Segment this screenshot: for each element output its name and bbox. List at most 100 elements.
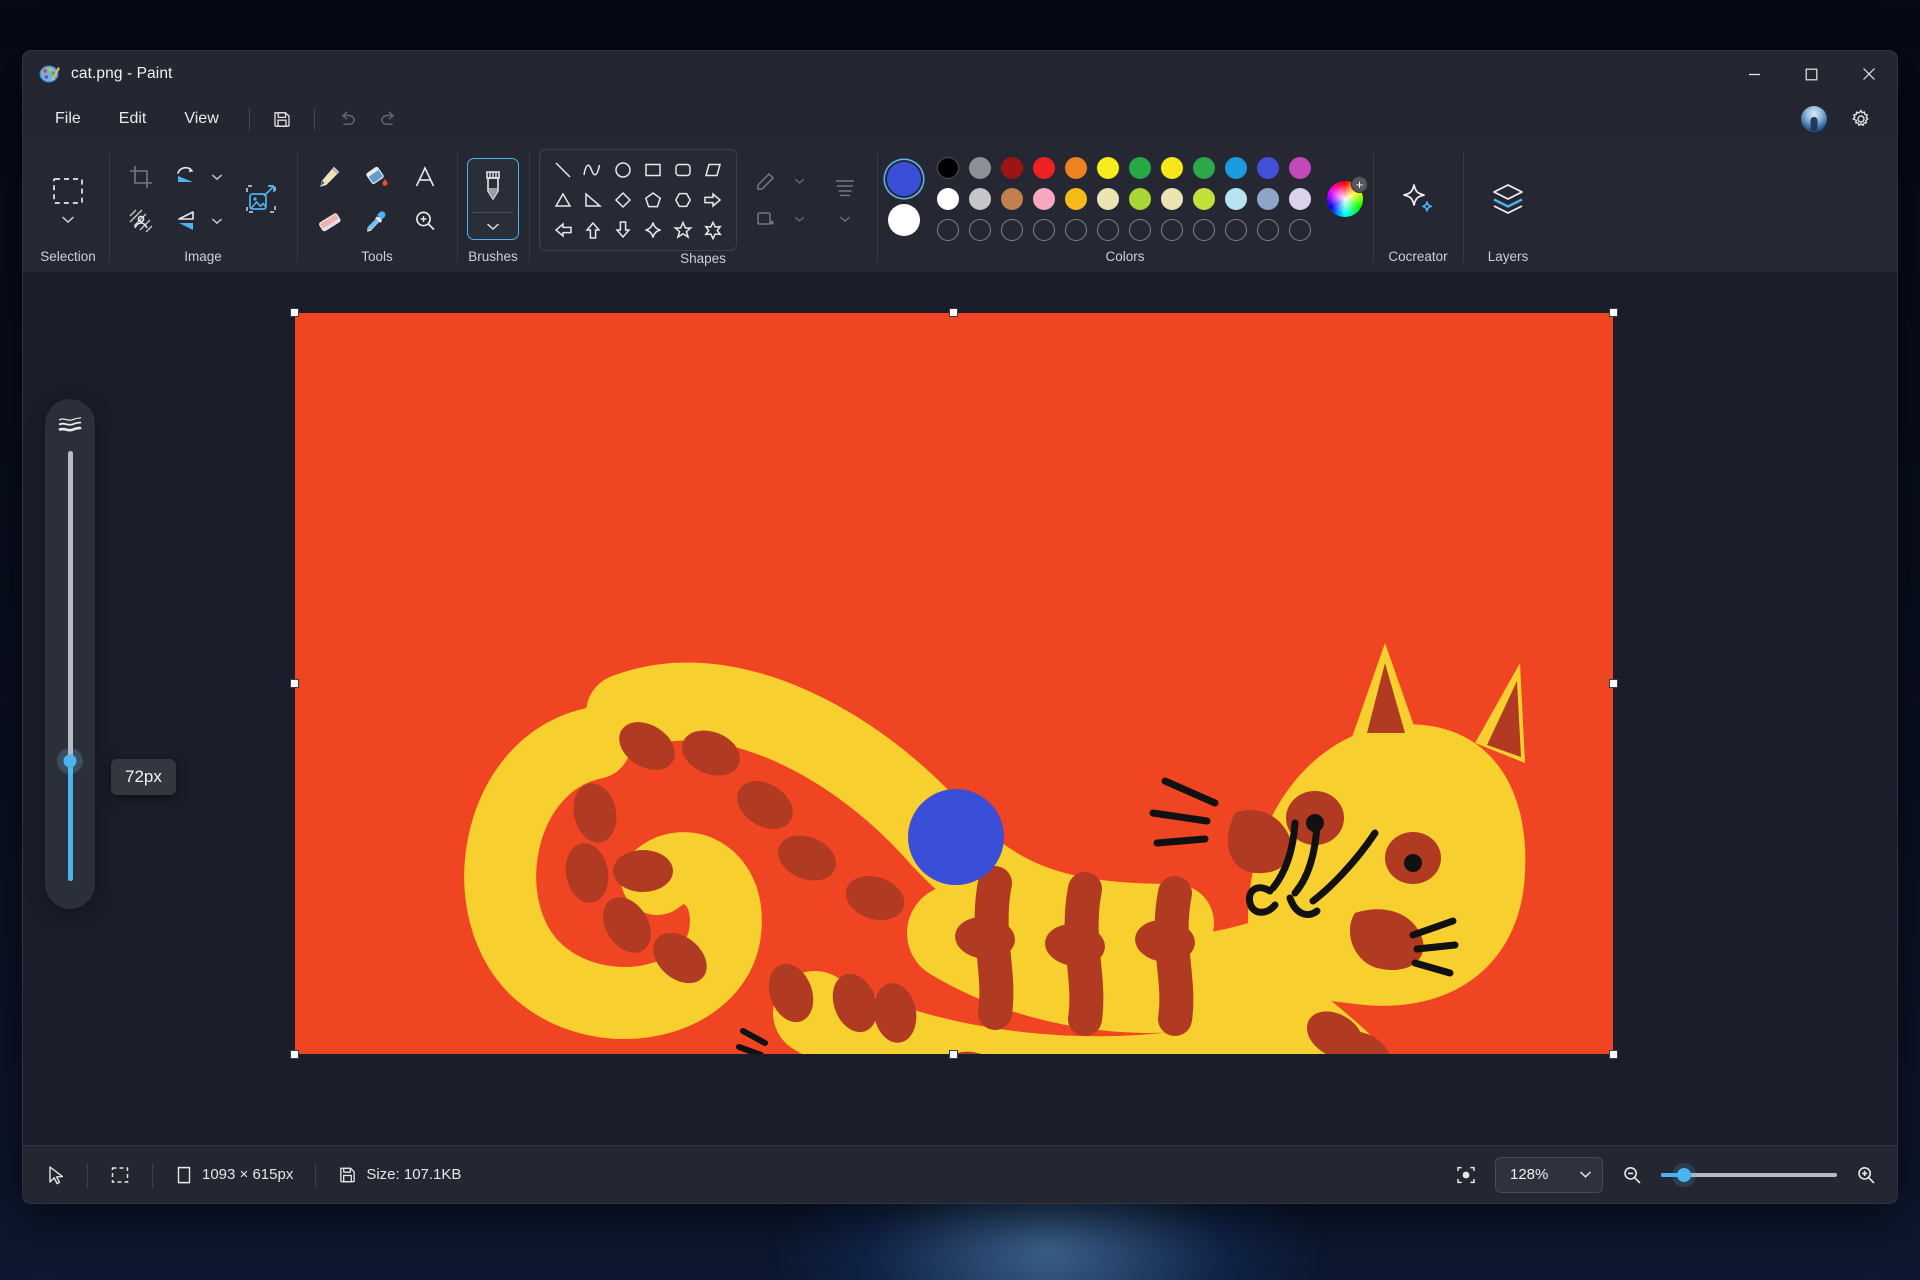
magnifier-icon[interactable] [403, 201, 447, 241]
resize-handle-bottom-left[interactable] [290, 1050, 299, 1059]
fill-chevron-icon[interactable] [794, 215, 805, 223]
flip-chevron-icon[interactable] [211, 217, 223, 225]
resize-image-icon[interactable] [235, 173, 287, 225]
color-swatch-empty-8[interactable] [1161, 219, 1183, 241]
left-arrow-shape[interactable] [548, 215, 578, 245]
color-swatch-r2-c7[interactable] [1129, 188, 1151, 210]
shape-thickness-icon[interactable] [823, 170, 867, 204]
chevron-down-icon[interactable] [1579, 1170, 1592, 1179]
undo-button[interactable] [327, 102, 367, 136]
marker-brush-icon[interactable] [467, 158, 519, 240]
maximize-button[interactable] [1783, 51, 1840, 97]
pencil-icon[interactable] [307, 157, 351, 197]
color-swatch-r2-c8[interactable] [1161, 188, 1183, 210]
four-point-star-shape[interactable] [638, 215, 668, 245]
right-arrow-shape[interactable] [698, 185, 728, 215]
zoom-out-icon[interactable] [1617, 1160, 1647, 1190]
text-a-icon[interactable] [403, 157, 447, 197]
zoom-in-icon[interactable] [1851, 1160, 1881, 1190]
zoom-level-select[interactable]: 128% [1495, 1156, 1603, 1193]
sparkle-icon[interactable] [1383, 173, 1453, 225]
thickness-chevron-icon[interactable] [823, 208, 867, 230]
color-swatch-r1-c3[interactable] [1001, 157, 1023, 179]
color-swatch-r2-c1[interactable] [937, 188, 959, 210]
rectangular-selection-icon[interactable] [37, 169, 99, 230]
color-swatch-r2-c6[interactable] [1097, 188, 1119, 210]
color-swatch-r1-c9[interactable] [1193, 157, 1215, 179]
remove-background-icon[interactable] [119, 201, 163, 241]
six-point-star-shape[interactable] [698, 215, 728, 245]
secondary-color-swatch[interactable] [888, 204, 920, 236]
pentagon-shape[interactable] [638, 185, 668, 215]
eyedropper-icon[interactable] [355, 201, 399, 241]
selection-chevron-icon[interactable] [61, 215, 75, 224]
avatar-icon[interactable] [1801, 106, 1827, 132]
diamond-shape[interactable] [608, 185, 638, 215]
color-swatch-r1-c2[interactable] [969, 157, 991, 179]
resize-handle-top-center[interactable] [949, 308, 958, 317]
color-swatch-r1-c8[interactable] [1161, 157, 1183, 179]
color-swatch-empty-6[interactable] [1097, 219, 1119, 241]
save-button[interactable] [262, 102, 302, 136]
resize-handle-top-left[interactable] [290, 308, 299, 317]
resize-handle-bottom-center[interactable] [949, 1050, 958, 1059]
color-swatch-r1-c1[interactable] [937, 157, 959, 179]
color-swatch-empty-7[interactable] [1129, 219, 1151, 241]
color-swatch-r2-c2[interactable] [969, 188, 991, 210]
color-swatch-r1-c4[interactable] [1033, 157, 1055, 179]
shape-fill-icon[interactable] [749, 202, 811, 236]
color-swatch-r2-c3[interactable] [1001, 188, 1023, 210]
down-arrow-shape[interactable] [608, 215, 638, 245]
color-swatch-r2-c12[interactable] [1289, 188, 1311, 210]
color-swatch-r2-c4[interactable] [1033, 188, 1055, 210]
outline-chevron-icon[interactable] [794, 177, 805, 185]
eraser-icon[interactable] [307, 201, 351, 241]
triangle-shape[interactable] [548, 185, 578, 215]
shape-outline-icon[interactable] [749, 164, 811, 198]
hexagon-shape[interactable] [668, 185, 698, 215]
parallelogram-shape[interactable] [698, 155, 728, 185]
paint-bucket-icon[interactable] [355, 157, 399, 197]
line-shape[interactable] [548, 155, 578, 185]
five-point-star-shape[interactable] [668, 215, 698, 245]
color-swatch-r1-c7[interactable] [1129, 157, 1151, 179]
add-color-plus-icon[interactable]: + [1351, 176, 1368, 193]
rounded-rectangle-shape[interactable] [668, 155, 698, 185]
rectangle-shape[interactable] [638, 155, 668, 185]
curve-shape[interactable] [578, 155, 608, 185]
color-swatch-r2-c11[interactable] [1257, 188, 1279, 210]
color-swatch-r2-c5[interactable] [1065, 188, 1087, 210]
minimize-button[interactable] [1726, 51, 1783, 97]
up-arrow-shape[interactable] [578, 215, 608, 245]
rotate-chevron-icon[interactable] [211, 173, 223, 181]
rotate-icon[interactable] [167, 157, 229, 197]
color-swatch-r1-c6[interactable] [1097, 157, 1119, 179]
redo-button[interactable] [369, 102, 409, 136]
close-button[interactable] [1840, 51, 1897, 97]
color-swatch-empty-12[interactable] [1289, 219, 1311, 241]
color-swatch-empty-11[interactable] [1257, 219, 1279, 241]
color-swatch-empty-2[interactable] [969, 219, 991, 241]
color-wheel-add-icon[interactable]: + [1327, 176, 1368, 217]
brush-size-slider[interactable] [63, 451, 77, 881]
color-swatch-r1-c11[interactable] [1257, 157, 1279, 179]
crop-icon[interactable] [119, 157, 163, 197]
resize-handle-bottom-right[interactable] [1609, 1050, 1618, 1059]
fit-to-window-icon[interactable] [1451, 1160, 1481, 1190]
menu-file[interactable]: File [37, 103, 99, 135]
resize-handle-middle-right[interactable] [1609, 678, 1618, 688]
right-triangle-shape[interactable] [578, 185, 608, 215]
color-swatch-r1-c10[interactable] [1225, 157, 1247, 179]
brush-size-thumb[interactable] [63, 754, 77, 768]
color-swatch-r1-c5[interactable] [1065, 157, 1087, 179]
gear-icon[interactable] [1841, 102, 1881, 136]
primary-color-swatch[interactable] [887, 162, 921, 196]
color-swatch-r2-c10[interactable] [1225, 188, 1247, 210]
brush-chevron-icon[interactable] [486, 213, 500, 239]
layers-stack-icon[interactable] [1473, 174, 1543, 224]
color-swatch-empty-10[interactable] [1225, 219, 1247, 241]
zoom-slider[interactable] [1661, 1166, 1837, 1184]
menu-edit[interactable]: Edit [101, 103, 165, 135]
image-canvas[interactable] [295, 313, 1613, 1054]
color-swatch-empty-5[interactable] [1065, 219, 1087, 241]
